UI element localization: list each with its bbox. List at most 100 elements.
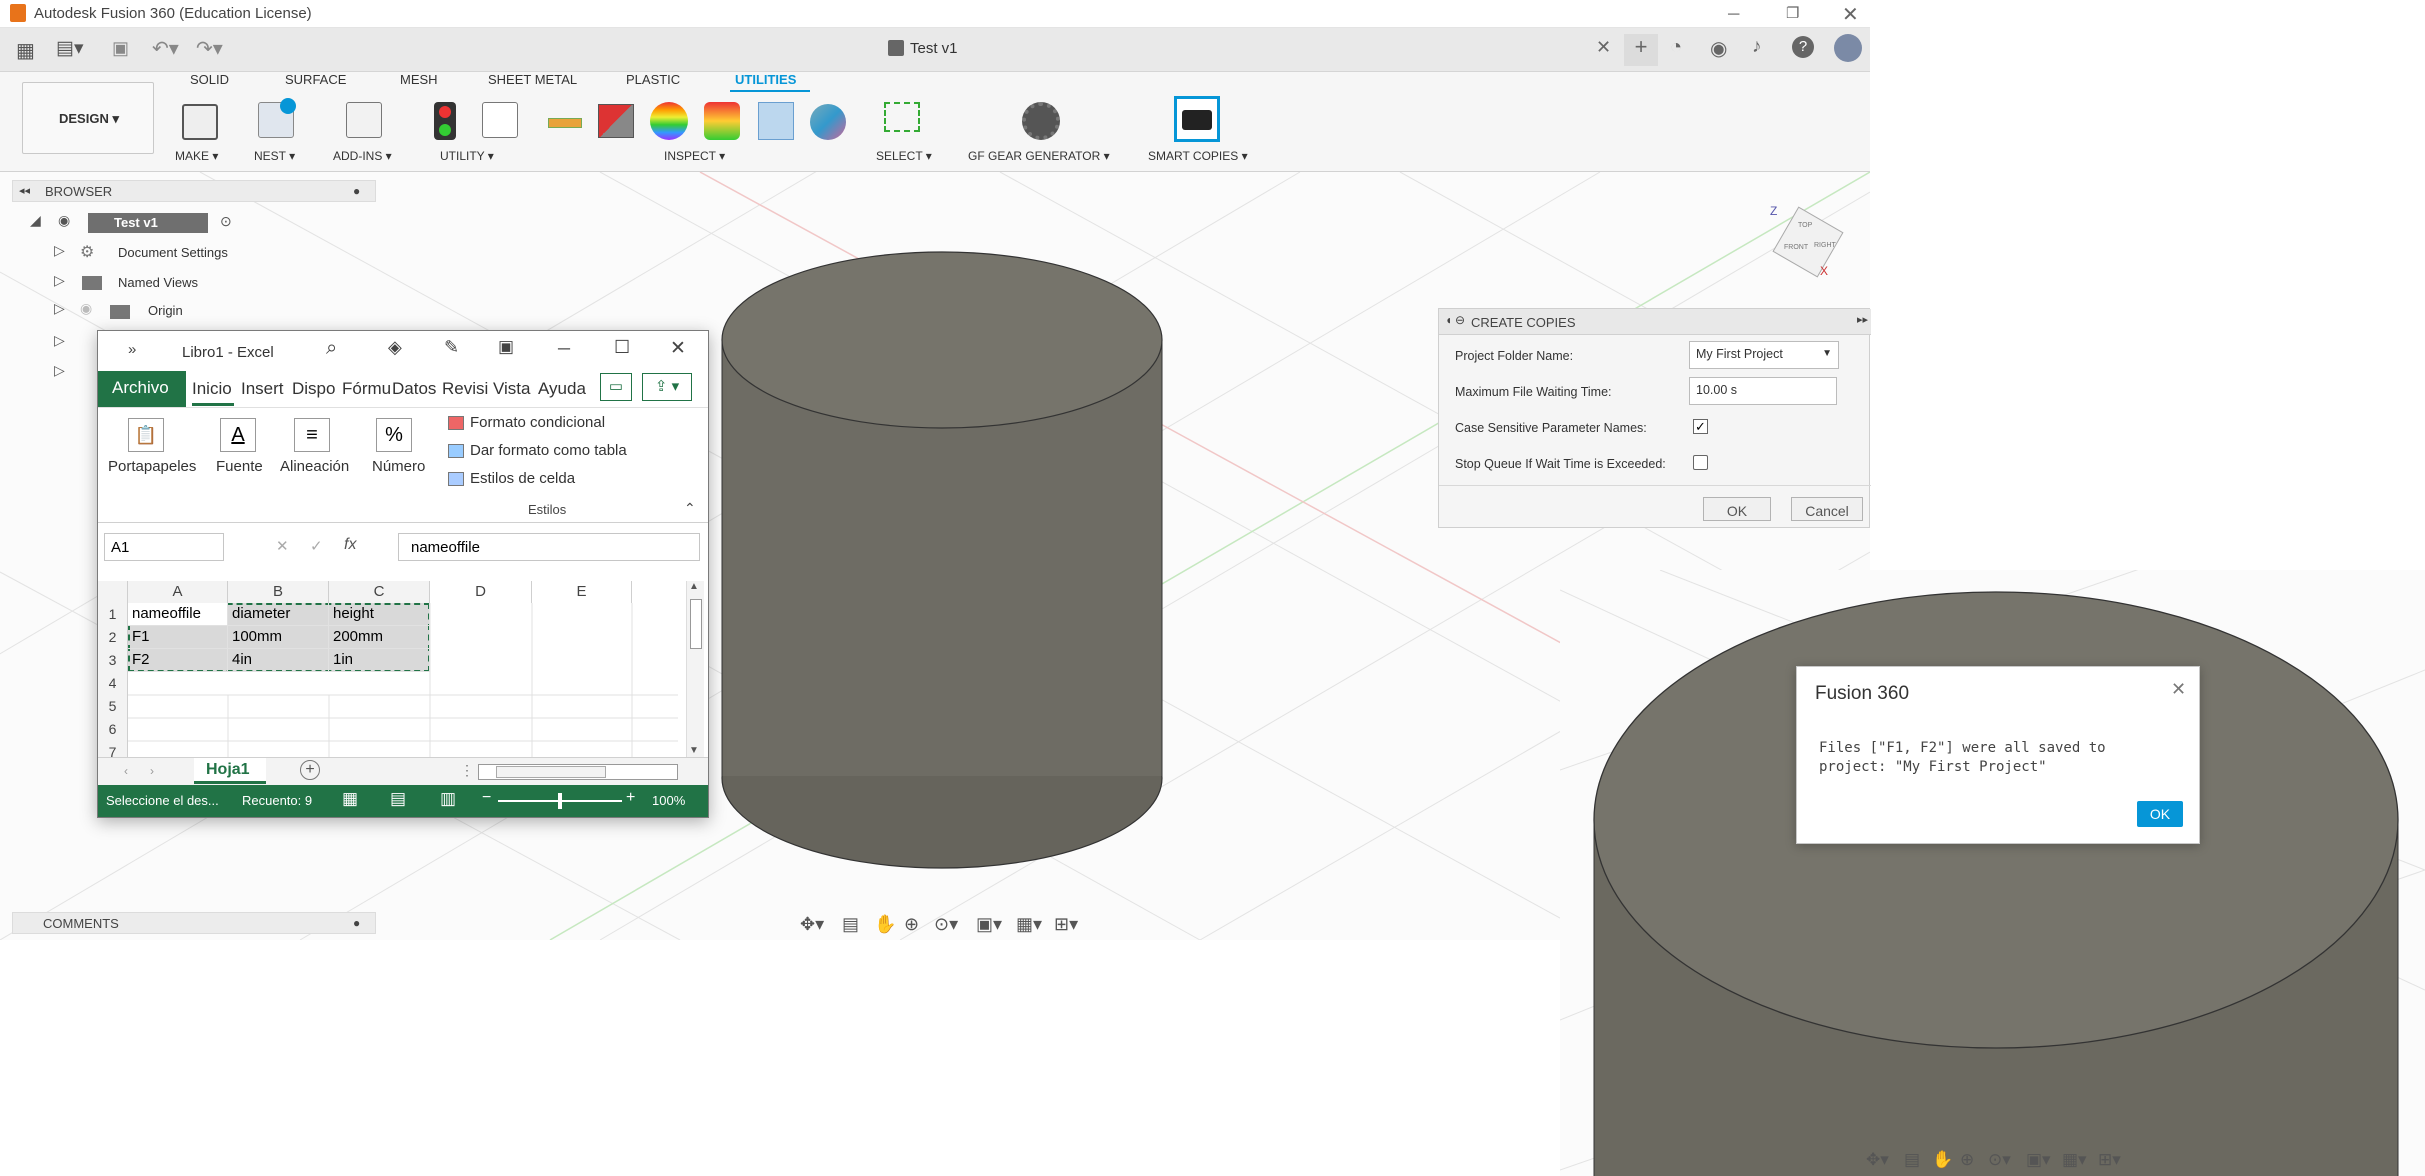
tab-surface[interactable]: SURFACE xyxy=(285,72,346,87)
section-analysis-icon[interactable] xyxy=(758,102,794,140)
row-header[interactable]: 5 xyxy=(98,695,128,718)
interference-icon[interactable] xyxy=(598,104,634,138)
file-menu-icon[interactable]: ▤▾ xyxy=(56,37,84,60)
look-at-icon[interactable]: ▤ xyxy=(1904,1150,1920,1170)
document-tab-title[interactable]: Test v1 xyxy=(910,40,958,57)
tab-vista[interactable]: Vista xyxy=(493,379,531,399)
group-utility[interactable]: UTILITY ▾ xyxy=(440,149,494,163)
create-copies-header[interactable]: ◖ ⊖ CREATE COPIES ▸▸ xyxy=(1439,309,1871,335)
tab-archivo[interactable]: Archivo xyxy=(98,371,186,407)
pen-icon[interactable]: ✎ xyxy=(444,337,459,358)
viewports-icon[interactable]: ⊞▾ xyxy=(1054,914,1078,935)
expand-icon[interactable]: ▷ xyxy=(54,242,65,259)
visibility-off-icon[interactable]: ◉ xyxy=(80,300,92,317)
group-portapapeles[interactable]: Portapapeles xyxy=(108,458,196,475)
cancel-formula-icon[interactable]: ✕ xyxy=(276,537,289,555)
zoom-icon[interactable]: ⊕ xyxy=(1960,1150,1974,1170)
user-avatar-icon[interactable] xyxy=(1834,34,1862,62)
display-settings-icon[interactable]: ▣▾ xyxy=(2026,1150,2051,1170)
expand-icon[interactable]: ▷ xyxy=(54,362,65,379)
search-icon[interactable]: ⌕ xyxy=(326,337,337,360)
dialog-close-icon[interactable]: ✕ xyxy=(2171,679,2186,700)
table-format-button[interactable]: Dar formato como tabla xyxy=(470,442,627,459)
tab-solid[interactable]: SOLID xyxy=(190,72,229,87)
tab-mesh[interactable]: MESH xyxy=(400,72,438,87)
confirm-formula-icon[interactable]: ✓ xyxy=(310,537,323,555)
group-smart-copies[interactable]: SMART COPIES ▾ xyxy=(1148,149,1248,163)
browser-item-document-settings[interactable]: ▷ ⚙ Document Settings xyxy=(54,242,274,264)
display-settings-icon[interactable]: ▣▾ xyxy=(976,914,1002,935)
close-tab-icon[interactable]: ✕ xyxy=(1596,37,1611,58)
h-scroll-thumb[interactable] xyxy=(496,766,606,778)
zoom-level[interactable]: 100% xyxy=(652,793,685,808)
gear-icon[interactable] xyxy=(1022,102,1060,140)
notifications-icon[interactable]: ♪ xyxy=(1752,36,1762,58)
workspace-switcher[interactable]: DESIGN ▾ xyxy=(22,82,154,154)
col-header-d[interactable]: D xyxy=(430,581,532,603)
add-sheet-icon[interactable]: + xyxy=(300,760,320,780)
tab-sheet-metal[interactable]: SHEET METAL xyxy=(488,72,577,87)
normal-view-icon[interactable]: ▦ xyxy=(342,789,358,809)
data-panel-icon[interactable]: ▦ xyxy=(16,38,35,63)
help-icon[interactable]: ? xyxy=(1792,36,1814,58)
function-icon[interactable]: fx xyxy=(344,536,356,554)
tab-utilities[interactable]: UTILITIES xyxy=(735,72,796,87)
tab-disposicion[interactable]: Dispo xyxy=(292,379,335,399)
viewcube[interactable]: Z TOP FRONT RIGHT X xyxy=(1770,204,1844,278)
viewport-2[interactable] xyxy=(1560,570,2425,1176)
tab-formulas[interactable]: Fórmu xyxy=(342,379,391,399)
sheet-grid[interactable]: A B C D E 1 nameoffile diameter height 2… xyxy=(98,581,708,757)
row-header[interactable]: 6 xyxy=(98,718,128,741)
next-sheet-icon[interactable]: › xyxy=(150,764,154,778)
browser-root[interactable]: ◢ ◉ Test v1 ⊙ xyxy=(30,212,232,234)
font-icon[interactable]: A xyxy=(220,418,256,452)
page-break-icon[interactable]: ▥ xyxy=(440,789,456,809)
group-alineacion[interactable]: Alineación xyxy=(280,458,349,475)
select-icon[interactable] xyxy=(884,102,920,132)
browser-item-hidden-2[interactable]: ▷ xyxy=(54,362,94,384)
tab-revisar[interactable]: Revisi xyxy=(442,379,488,399)
ok-button[interactable]: OK xyxy=(1703,497,1771,521)
make-icon[interactable] xyxy=(182,104,218,140)
ribbon-display-icon[interactable]: ▣ xyxy=(498,337,514,357)
clipboard-icon[interactable]: 📋 xyxy=(128,418,164,452)
name-box[interactable]: A1 xyxy=(104,533,224,561)
browser-header[interactable]: ◂◂ BROWSER ● xyxy=(12,180,376,202)
table-icon[interactable] xyxy=(482,102,518,138)
dialog-ok-button[interactable]: OK xyxy=(2137,801,2183,827)
tab-splitter-icon[interactable]: ⋮ xyxy=(460,762,474,779)
look-at-icon[interactable]: ▤ xyxy=(842,914,859,935)
visibility-icon[interactable]: ◉ xyxy=(58,212,70,229)
group-select[interactable]: SELECT ▾ xyxy=(876,149,932,163)
diamond-icon[interactable]: ◈ xyxy=(388,337,402,358)
new-tab-icon[interactable]: + xyxy=(1624,34,1658,66)
percent-icon[interactable]: % xyxy=(376,418,412,452)
center-of-mass-icon[interactable] xyxy=(810,104,846,140)
draft-analysis-icon[interactable] xyxy=(704,102,740,140)
expand-icon[interactable]: ▷ xyxy=(54,300,65,317)
collapse-ribbon-icon[interactable]: ⌃ xyxy=(684,500,696,517)
project-folder-select[interactable]: My First Project ▼ xyxy=(1689,341,1839,369)
zoom-icon[interactable]: ⊕ xyxy=(904,914,919,935)
zoom-slider-thumb[interactable] xyxy=(558,793,562,809)
prev-sheet-icon[interactable]: ‹ xyxy=(124,764,128,778)
align-icon[interactable]: ≡ xyxy=(294,418,330,452)
excel-maximize-icon[interactable]: ☐ xyxy=(614,337,630,358)
orbit-icon[interactable]: ✥▾ xyxy=(800,914,824,935)
tab-ayuda[interactable]: Ayuda xyxy=(538,379,586,399)
orbit-icon[interactable]: ✥▾ xyxy=(1866,1150,1889,1170)
group-make[interactable]: MAKE ▾ xyxy=(175,149,218,163)
tab-inicio[interactable]: Inicio xyxy=(192,379,232,399)
browser-pin-icon[interactable]: ● xyxy=(353,184,360,198)
extensions-icon[interactable]: ◉ xyxy=(1710,36,1727,61)
page-layout-icon[interactable]: ▤ xyxy=(390,789,406,809)
cancel-button[interactable]: Cancel xyxy=(1791,497,1863,521)
case-sensitive-checkbox[interactable]: ✓ xyxy=(1693,419,1708,434)
fit-icon[interactable]: ⊙▾ xyxy=(1988,1150,2011,1170)
fit-icon[interactable]: ⊙▾ xyxy=(934,914,958,935)
scroll-thumb[interactable] xyxy=(690,599,702,649)
save-icon[interactable]: ▣ xyxy=(112,38,129,59)
col-header-e[interactable]: E xyxy=(532,581,632,603)
browser-item-origin[interactable]: ▷ ◉ Origin xyxy=(54,300,274,322)
scroll-up-icon[interactable]: ▲ xyxy=(689,581,699,592)
